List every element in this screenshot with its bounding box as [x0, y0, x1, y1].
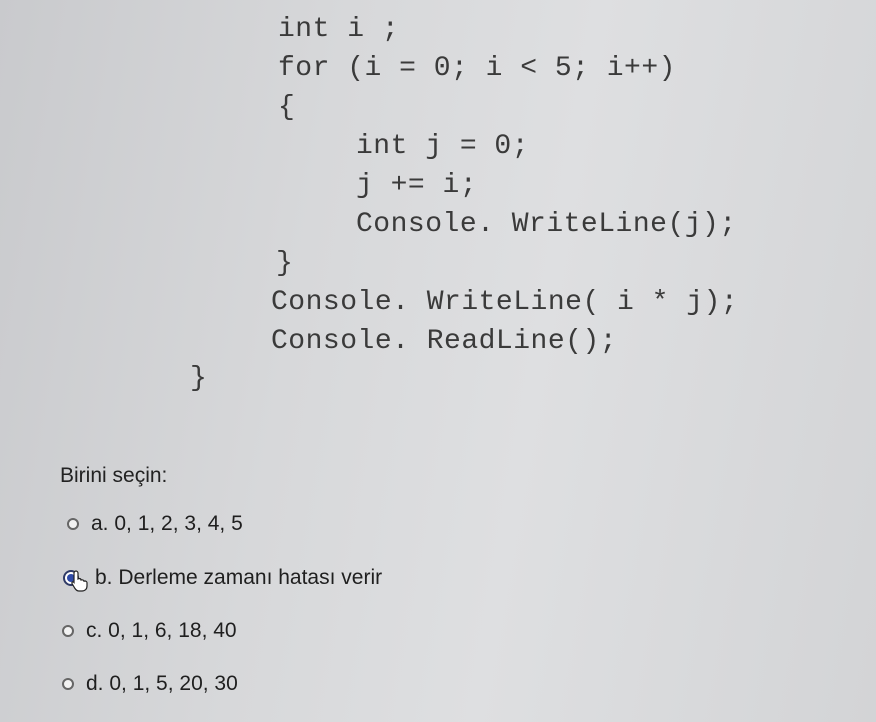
option-d-label: d. 0, 1, 5, 20, 30 — [86, 672, 238, 695]
code-line-4: int j = 0; — [356, 131, 530, 162]
code-line-9: Console. ReadLine(); — [271, 326, 618, 357]
radio-d[interactable] — [62, 678, 74, 690]
radio-a[interactable] — [67, 518, 79, 530]
code-line-10: } — [190, 363, 208, 394]
option-d[interactable]: d. 0, 1, 5, 20, 30 — [62, 672, 238, 696]
option-a-label: a. 0, 1, 2, 3, 4, 5 — [91, 512, 243, 535]
code-line-5: j += i; — [356, 170, 478, 201]
option-a[interactable]: a. 0, 1, 2, 3, 4, 5 — [67, 512, 243, 536]
code-line-3: { — [278, 92, 296, 123]
question-prompt: Birini seçin: — [60, 464, 168, 487]
code-line-6: Console. WriteLine(j); — [356, 209, 737, 240]
code-line-7: } — [276, 248, 294, 279]
option-b-label: b. Derleme zamanı hatası verir — [95, 566, 383, 589]
option-c[interactable]: c. 0, 1, 6, 18, 40 — [62, 619, 237, 643]
code-line-8: Console. WriteLine( i * j); — [271, 287, 739, 318]
code-line-2: for (i = 0; i < 5; i++) — [278, 53, 676, 84]
hand-pointer-icon — [71, 570, 88, 592]
radio-c[interactable] — [62, 625, 74, 637]
option-c-label: c. 0, 1, 6, 18, 40 — [86, 619, 237, 642]
code-line-1: int i ; — [278, 14, 400, 45]
option-b[interactable]: b. Derleme zamanı hatası verir — [63, 566, 382, 590]
